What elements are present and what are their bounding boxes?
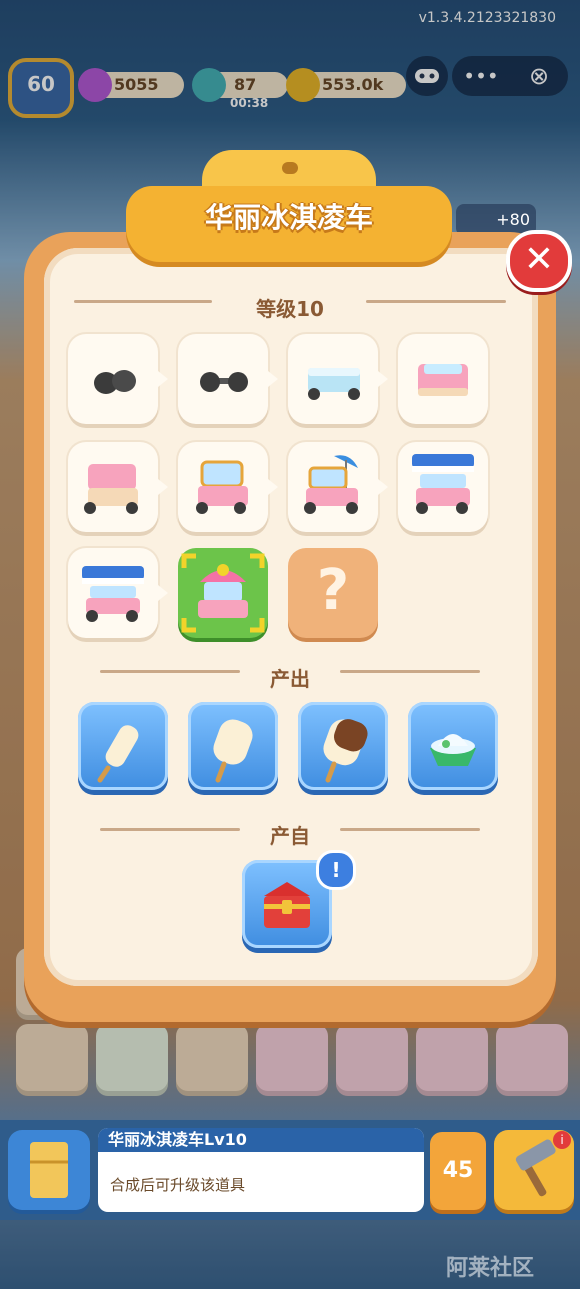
svg-text:i: i: [560, 1133, 563, 1147]
item-name: 华丽冰淇凌车Lv10: [98, 1128, 424, 1152]
title-tag-hole: [282, 162, 298, 174]
source-label: 产自: [270, 824, 310, 848]
evolution-item-1[interactable]: [68, 334, 158, 424]
evolution-item-2[interactable]: [178, 334, 268, 424]
watermark: 阿莱社区: [446, 1256, 535, 1281]
evolution-item-8[interactable]: [398, 442, 488, 532]
chain-arrow: [268, 371, 278, 387]
chain-arrow: [158, 585, 168, 601]
evolution-item-4[interactable]: [398, 334, 488, 424]
chain-arrow: [268, 479, 278, 495]
output-item-chocolate-popsicle[interactable]: [298, 702, 388, 790]
evolution-item-6[interactable]: [178, 442, 268, 532]
hammer-tool-button[interactable]: i: [494, 1130, 574, 1210]
evolution-item-7[interactable]: [288, 442, 378, 532]
item-description: 合成后可升级该道具: [110, 1176, 246, 1194]
level-label: 等级10: [256, 297, 324, 321]
unknown-mark: ?: [316, 558, 350, 623]
chain-arrow: [378, 371, 388, 387]
evolution-item-3[interactable]: [288, 334, 378, 424]
evolution-item-5[interactable]: [68, 442, 158, 532]
output-item-vanilla-popsicle[interactable]: [188, 702, 278, 790]
chain-arrow: [378, 479, 388, 495]
output-item-rolled-ice-cream[interactable]: [78, 702, 168, 790]
selected-item-tile[interactable]: [8, 1130, 90, 1210]
close-button[interactable]: ✕: [506, 230, 572, 292]
item-info-box: 华丽冰淇凌车Lv10 合成后可升级该道具: [98, 1128, 424, 1212]
chain-arrow: [158, 371, 168, 387]
dialog-title: 华丽冰淇凌车: [204, 201, 373, 234]
output-label: 产出: [270, 667, 310, 691]
output-item-shaved-ice[interactable]: [408, 702, 498, 790]
chain-arrow: [158, 479, 168, 495]
evolution-item-current[interactable]: [178, 548, 268, 638]
evolution-item-9[interactable]: [68, 548, 158, 638]
source-info-badge[interactable]: !: [316, 850, 356, 890]
sell-button[interactable]: 45: [430, 1132, 486, 1210]
evolution-item-locked[interactable]: ?: [288, 548, 378, 638]
